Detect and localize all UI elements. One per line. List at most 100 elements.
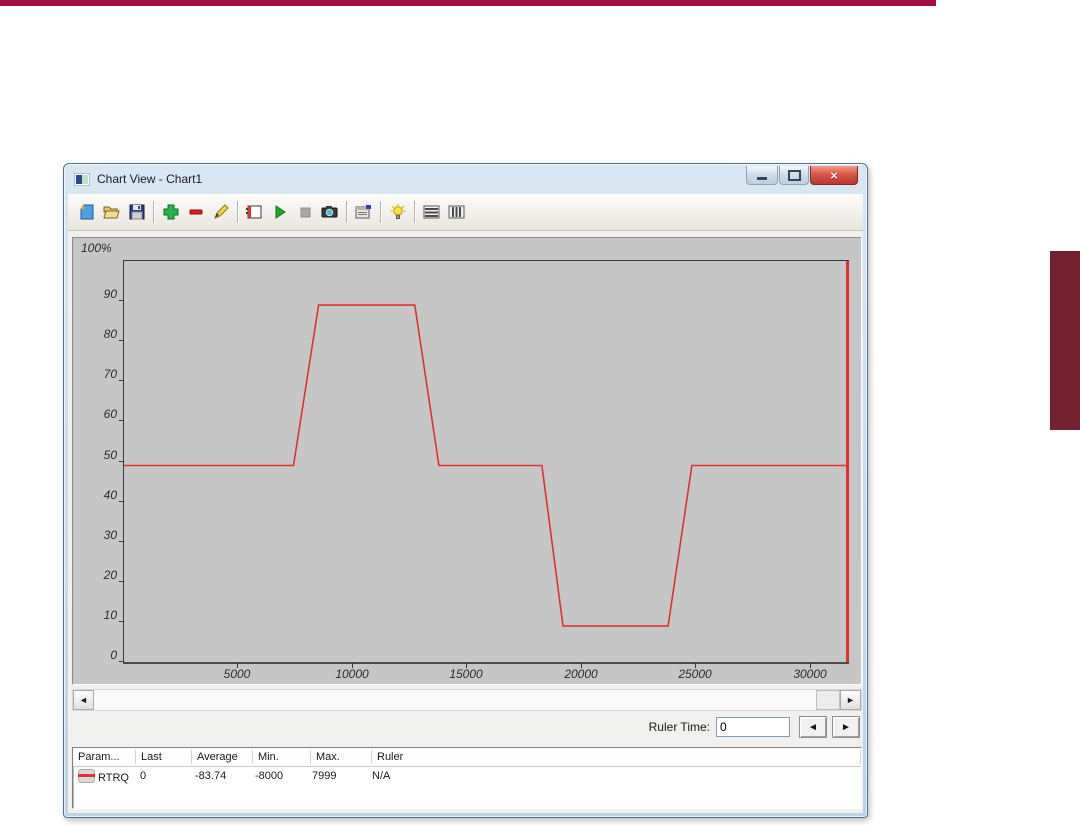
y-tick	[119, 581, 124, 582]
y-tick-label: 90	[103, 287, 117, 301]
x-tick-label: 25000	[678, 667, 712, 681]
scroll-right-button[interactable]: ►	[840, 690, 861, 710]
y-tick-label: 60	[103, 407, 117, 421]
toolbar-separator	[414, 201, 415, 223]
properties-button[interactable]	[351, 200, 376, 225]
ruler-cell: N/A	[372, 770, 391, 782]
y-tick-label: 10	[103, 608, 117, 622]
window-content: 100% 90 80 70 60 50 40 30 20 10 0 5000 10000 15000 20…	[68, 194, 863, 813]
series-color-swatch	[78, 769, 95, 783]
close-button[interactable]: ×	[810, 166, 858, 185]
y-axis-top-label: 100%	[81, 241, 112, 255]
toolbar-separator	[380, 201, 381, 223]
param-cell: RTRQ	[73, 769, 135, 784]
y-tick-label: 40	[103, 488, 117, 502]
new-icon	[79, 203, 93, 220]
toolbar-separator	[346, 201, 347, 223]
parameter-table: Param... Last Average Min. Max. Ruler RT…	[72, 747, 862, 809]
y-tick	[119, 621, 124, 622]
y-tick	[119, 661, 124, 662]
legend-panel-icon	[246, 205, 262, 219]
scroll-left-button[interactable]: ◄	[73, 690, 94, 710]
column-header-last[interactable]: Last	[136, 750, 192, 764]
horizontal-grid-button[interactable]	[419, 200, 444, 225]
column-header-average[interactable]: Average	[192, 750, 253, 764]
stop-button[interactable]	[292, 200, 317, 225]
new-button[interactable]	[74, 200, 99, 225]
edit-pencil-icon	[213, 204, 229, 219]
ruler-time-label: Ruler Time:	[648, 720, 710, 734]
x-tick-label: 10000	[335, 667, 369, 681]
column-header-ruler[interactable]: Ruler	[372, 750, 861, 764]
ruler-time-input[interactable]	[716, 717, 790, 737]
column-header-min[interactable]: Min.	[253, 750, 311, 764]
show-legend-button[interactable]	[242, 200, 267, 225]
y-tick-label: 80	[103, 327, 117, 341]
start-button[interactable]	[267, 200, 292, 225]
add-icon	[163, 204, 178, 220]
chart-panel: 100% 90 80 70 60 50 40 30 20 10 0 5000 10000 15000 20…	[72, 237, 862, 685]
horizontal-scrollbar[interactable]: ◄ ►	[72, 689, 862, 711]
left-arrow-icon: ◄	[808, 721, 818, 733]
right-arrow-icon: ►	[846, 695, 855, 705]
y-tick	[119, 380, 124, 381]
ruler-step-forward-button[interactable]: ►	[832, 716, 860, 738]
light-bulb-icon	[390, 204, 405, 219]
column-header-param[interactable]: Param...	[73, 750, 136, 764]
y-tick	[119, 420, 124, 421]
camera-icon	[321, 206, 338, 218]
plot-area[interactable]	[123, 260, 849, 664]
y-tick-label: 50	[103, 448, 117, 462]
minimize-button[interactable]	[746, 166, 778, 185]
save-button[interactable]	[124, 200, 149, 225]
toolbar-separator	[153, 201, 154, 223]
average-cell: -83.74	[195, 770, 227, 782]
x-tick-label: 20000	[564, 667, 598, 681]
left-arrow-icon: ◄	[79, 695, 88, 705]
ruler-step-back-button[interactable]: ◄	[799, 716, 827, 738]
table-header-row[interactable]: Param... Last Average Min. Max. Ruler	[73, 748, 861, 767]
y-tick	[119, 300, 124, 301]
y-tick	[119, 501, 124, 502]
y-tick	[119, 541, 124, 542]
stop-icon	[300, 207, 310, 218]
maximize-button[interactable]	[779, 166, 809, 185]
app-icon	[74, 172, 90, 186]
right-accent-bar	[1050, 251, 1080, 430]
remove-icon	[189, 209, 202, 215]
top-accent-bar	[0, 0, 936, 6]
y-tick-label: 20	[103, 568, 117, 582]
properties-icon	[355, 205, 371, 219]
x-tick-label: 5000	[223, 667, 251, 681]
vertical-grid-button[interactable]	[444, 200, 469, 225]
column-header-max[interactable]: Max.	[311, 750, 372, 764]
snapshot-button[interactable]	[317, 200, 342, 225]
right-arrow-icon: ►	[841, 721, 851, 733]
vertical-grid-icon	[448, 205, 465, 219]
hint-button[interactable]	[385, 200, 410, 225]
toolbar	[68, 194, 863, 231]
screen: Chart View - Chart1 × 100% 90 80 70 60 5…	[0, 0, 1080, 825]
edit-parameter-button[interactable]	[208, 200, 233, 225]
chart-view-window: Chart View - Chart1 × 100% 90 80 70 60 5…	[63, 163, 868, 818]
minimize-icon	[757, 176, 767, 180]
y-tick-label: 0	[110, 648, 117, 662]
x-tick-label: 30000	[793, 667, 827, 681]
remove-parameter-button[interactable]	[183, 200, 208, 225]
toolbar-separator	[237, 201, 238, 223]
table-row[interactable]: RTRQ 0 -83.74 -8000 7999 N/A	[73, 767, 861, 786]
open-button[interactable]	[99, 200, 124, 225]
scrollbar-thumb[interactable]	[816, 690, 840, 710]
y-tick	[119, 461, 124, 462]
time-cursor-line[interactable]	[846, 261, 849, 662]
open-icon	[103, 206, 120, 219]
y-tick-label: 70	[103, 367, 117, 381]
start-play-icon	[275, 205, 286, 219]
add-parameter-button[interactable]	[158, 200, 183, 225]
save-icon	[129, 204, 144, 220]
close-icon: ×	[830, 167, 838, 183]
x-tick-label: 15000	[449, 667, 483, 681]
min-cell: -8000	[255, 770, 284, 782]
y-tick	[119, 340, 124, 341]
ruler-time-row: Ruler Time: ◄ ►	[72, 715, 860, 739]
